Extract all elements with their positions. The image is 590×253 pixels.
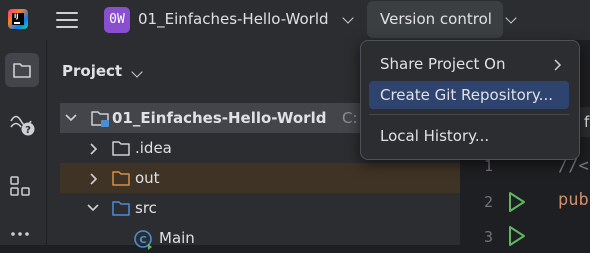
- tree-row-out[interactable]: out: [60, 163, 460, 193]
- intellij-logo-icon[interactable]: IJ: [8, 9, 28, 29]
- tree-label: .idea: [135, 139, 172, 157]
- svg-text:C: C: [139, 235, 146, 246]
- menu-item-local-history[interactable]: Local History...: [369, 122, 569, 150]
- menu-item-create-git-repository[interactable]: Create Git Repository...: [369, 81, 569, 109]
- line-number: 2: [484, 193, 494, 211]
- panel-title[interactable]: Project: [62, 62, 122, 80]
- code-keyword[interactable]: pub: [558, 190, 589, 210]
- folder-icon: [13, 63, 31, 78]
- run-icon[interactable]: [506, 190, 528, 214]
- line-number: 3: [484, 228, 494, 246]
- excluded-folder-icon: [112, 171, 130, 186]
- tree-label: Main: [159, 229, 195, 247]
- chevron-down-icon[interactable]: [131, 66, 143, 78]
- tree-path-suffix: C:: [342, 109, 358, 127]
- menu-item-label: Share Project On: [380, 55, 506, 73]
- tree-label: out: [135, 169, 160, 187]
- project-tool-button[interactable]: [5, 53, 39, 87]
- java-class-icon: C: [134, 230, 152, 250]
- more-tools-icon[interactable]: [8, 226, 34, 240]
- tree-label: src: [135, 199, 157, 217]
- title-bar: IJ 0W 01_Einfaches-Hello-World Version c…: [0, 0, 590, 40]
- main-menu-icon[interactable]: [56, 12, 78, 28]
- submenu-arrow-icon: [554, 59, 562, 71]
- vcs-changes-icon[interactable]: ?: [8, 110, 38, 140]
- tree-label: 01_Einfaches-Hello-World: [112, 109, 327, 127]
- menu-item-label: Local History...: [380, 127, 490, 145]
- menu-separator: [369, 114, 569, 115]
- chevron-down-icon: [342, 12, 354, 24]
- collapsed-arrow-icon[interactable]: [88, 172, 100, 186]
- structure-icon[interactable]: [8, 174, 34, 200]
- chevron-down-icon: [505, 12, 517, 24]
- module-folder-icon: [91, 111, 109, 127]
- editor-tab-label: f: [584, 113, 590, 131]
- version-control-label: Version control: [380, 10, 492, 28]
- tree-row-src[interactable]: src: [60, 193, 460, 223]
- tree-row-main[interactable]: C Main: [60, 223, 460, 253]
- folder-icon: [112, 141, 130, 156]
- menu-item-share-project[interactable]: Share Project On: [369, 50, 569, 78]
- project-name: 01_Einfaches-Hello-World: [138, 10, 329, 28]
- run-icon[interactable]: [506, 224, 528, 248]
- version-control-menu: Share Project On Create Git Repository..…: [360, 40, 580, 160]
- expanded-arrow-icon[interactable]: [64, 112, 78, 124]
- collapsed-arrow-icon[interactable]: [88, 142, 100, 156]
- expanded-arrow-icon[interactable]: [86, 202, 100, 214]
- menu-item-label: Create Git Repository...: [380, 86, 553, 104]
- project-badge: 0W: [104, 7, 130, 33]
- svg-text:?: ?: [25, 125, 31, 136]
- source-folder-icon: [112, 201, 130, 216]
- version-control-button[interactable]: Version control: [367, 1, 517, 38]
- tool-window-strip: ?: [0, 40, 47, 245]
